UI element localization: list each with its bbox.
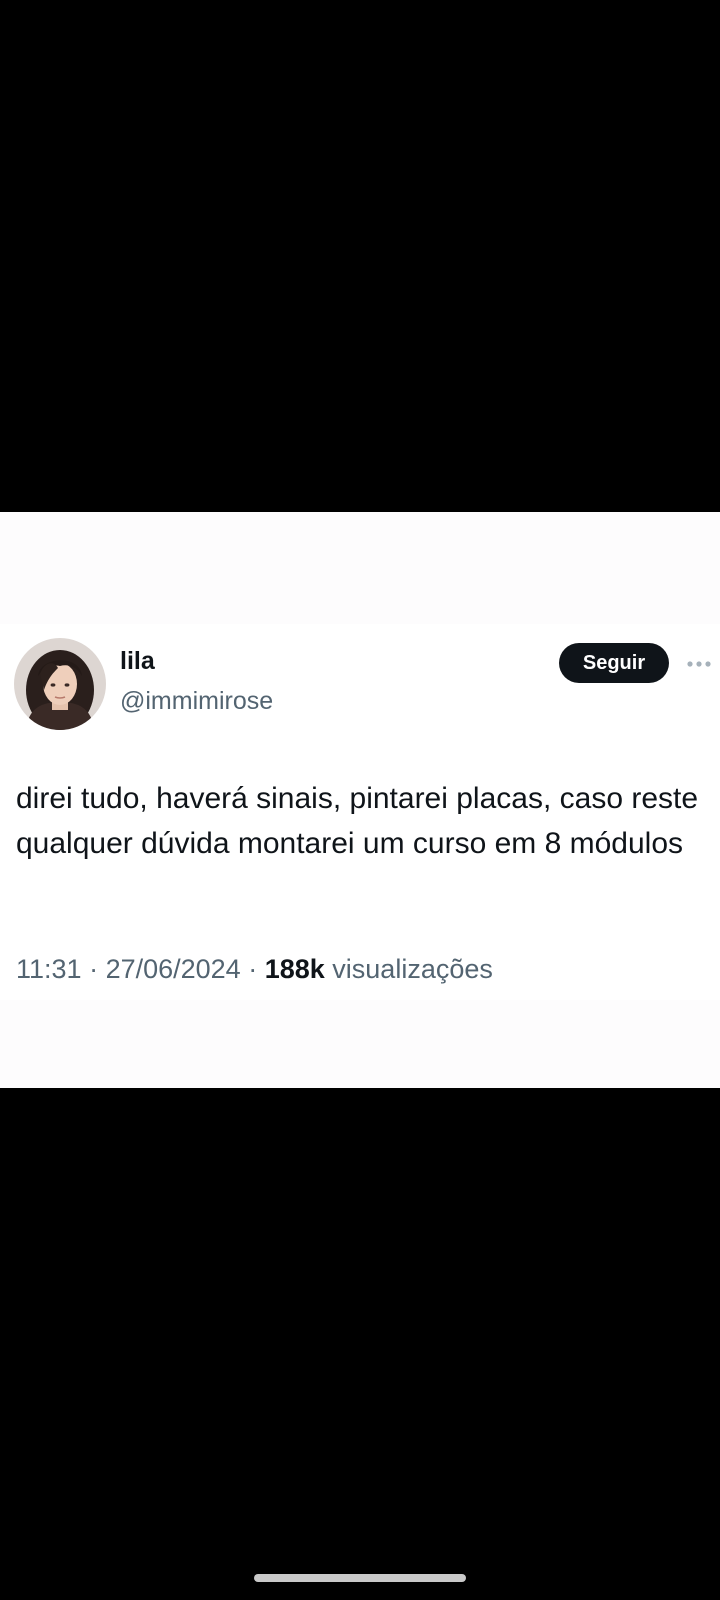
tweet-text: direi tudo, haverá sinais, pintarei plac… xyxy=(16,782,699,860)
meta-separator: · xyxy=(81,954,106,984)
avatar[interactable] xyxy=(14,638,106,730)
home-indicator[interactable] xyxy=(254,1574,466,1582)
author-display-name[interactable]: lila xyxy=(120,646,155,676)
screen: lila @immimirose Seguir direi tudo, have… xyxy=(0,0,720,1600)
author-handle[interactable]: @immimirose xyxy=(120,686,273,716)
tweet-date[interactable]: 27/06/2024 xyxy=(106,954,241,984)
tweet-meta: 11:31 · 27/06/2024 · 188k visualizações xyxy=(16,952,493,986)
tweet-card: lila @immimirose Seguir direi tudo, have… xyxy=(0,512,720,1088)
tweet-time[interactable]: 11:31 xyxy=(16,954,82,984)
meta-separator: · xyxy=(240,954,265,984)
avatar-photo-icon xyxy=(14,638,106,730)
views-count: 188k xyxy=(264,954,325,984)
more-horizontal-icon[interactable] xyxy=(686,652,712,676)
follow-button[interactable]: Seguir xyxy=(559,643,669,683)
views-label: visualizações xyxy=(332,954,493,984)
